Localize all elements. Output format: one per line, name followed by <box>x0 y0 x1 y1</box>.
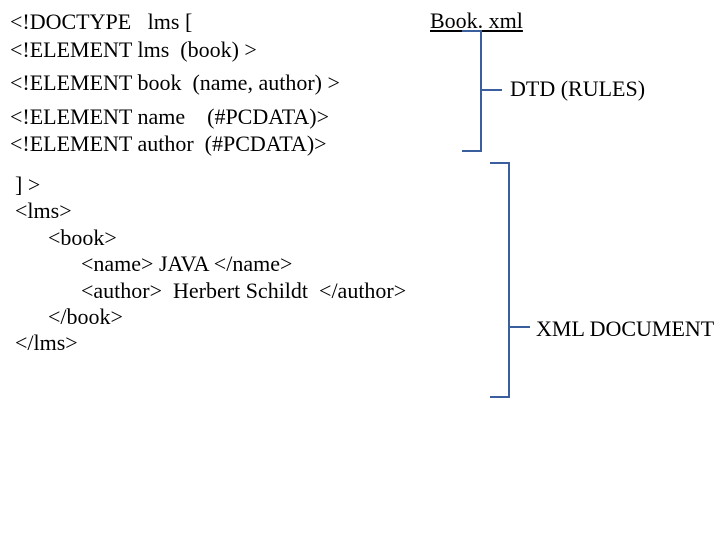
xml-line: <author> Herbert Schildt </author> <box>15 278 406 304</box>
dtd-label: DTD (RULES) <box>510 76 645 102</box>
connector-line <box>508 326 530 328</box>
dtd-line: <!DOCTYPE lms [ <box>10 8 340 36</box>
bracket-icon <box>462 30 482 152</box>
xml-line: </book> <box>15 304 406 330</box>
xml-line: <book> <box>15 225 406 251</box>
xml-line: <name> JAVA </name> <box>15 251 406 277</box>
bracket-icon <box>490 162 510 398</box>
dtd-line: <!ELEMENT lms (book) > <box>10 36 340 64</box>
xml-line: </lms> <box>15 330 406 356</box>
xml-line: <lms> <box>15 198 406 224</box>
xml-line: ] > <box>15 172 406 198</box>
connector-line <box>480 89 502 91</box>
xml-label: XML DOCUMENT <box>536 316 714 342</box>
dtd-line: <!ELEMENT author (#PCDATA)> <box>10 130 340 158</box>
xml-block: ] > <lms> <book> <name> JAVA </name> <au… <box>15 172 406 357</box>
dtd-line: <!ELEMENT book (name, author) > <box>10 69 340 97</box>
dtd-line: <!ELEMENT name (#PCDATA)> <box>10 103 340 131</box>
dtd-block: <!DOCTYPE lms [ <!ELEMENT lms (book) > <… <box>10 8 340 158</box>
